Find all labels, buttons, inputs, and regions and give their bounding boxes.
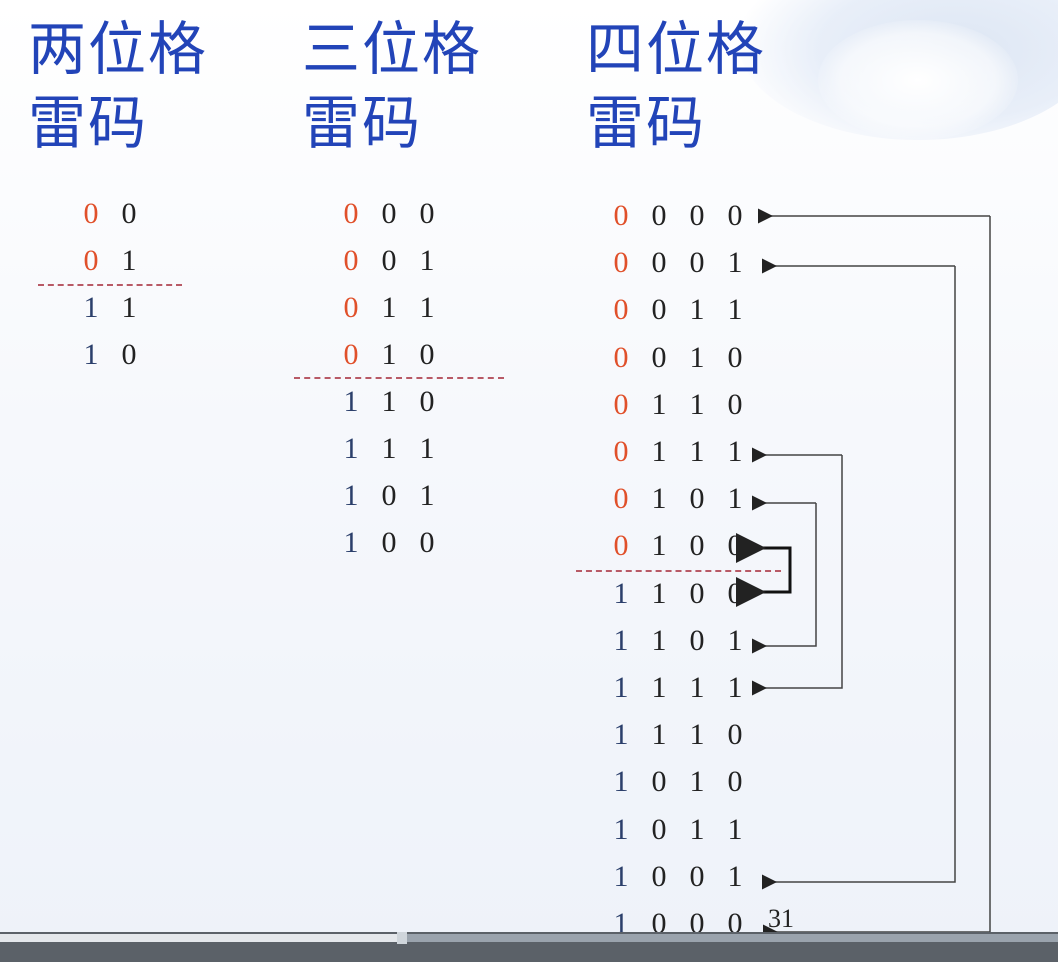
mirror-arrows (736, 208, 991, 940)
arrow-0100-1100 (736, 546, 792, 607)
video-player-bar[interactable] (0, 932, 1058, 962)
progress-played[interactable] (0, 934, 402, 942)
progress-remaining[interactable] (402, 934, 1058, 942)
arrow-0000-1000 (763, 216, 991, 940)
arrow-0001-1001 (762, 266, 956, 890)
arrow-0111-1111 (752, 455, 843, 696)
progress-handle[interactable] (397, 932, 407, 944)
corner-label: 31 (768, 904, 794, 933)
